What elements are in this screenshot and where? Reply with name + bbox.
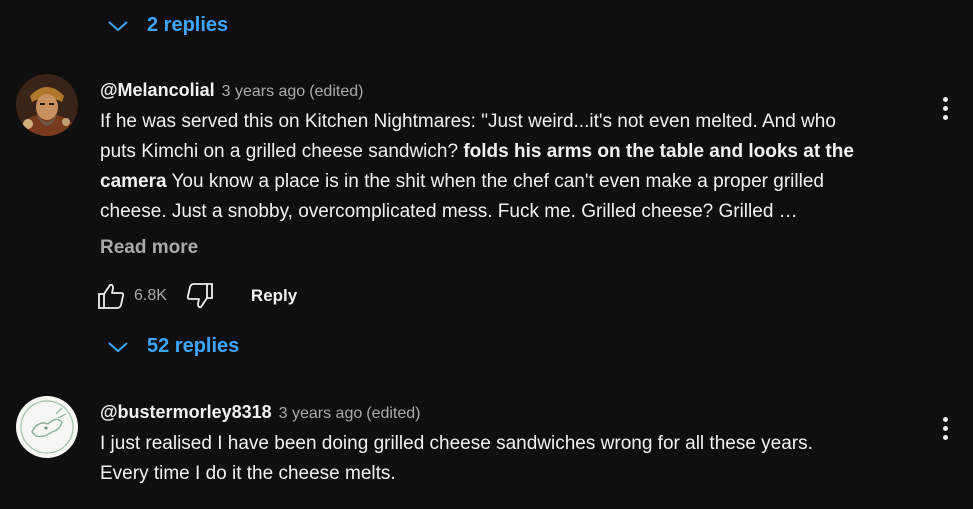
comment-body: @Melancolial 3 years ago (edited) If he w… [100, 80, 893, 259]
comment-line: cheese. Just a snobby, overcomplicated m… [100, 201, 798, 222]
comment-timestamp[interactable]: 3 years ago [279, 405, 363, 422]
avatar[interactable] [16, 396, 78, 458]
replies-count-label: 2 replies [147, 14, 229, 36]
chevron-down-icon [107, 19, 129, 33]
like-button[interactable] [96, 282, 126, 310]
view-replies-button[interactable]: 2 replies [107, 14, 228, 37]
sketch-avatar [16, 396, 78, 458]
comments-section: 2 replies @Melancolial 3 years ago (edite… [0, 0, 973, 509]
comment-meta: 3 years ago (edited) [222, 83, 364, 101]
view-replies-button[interactable]: 52 replies [107, 335, 239, 358]
comment-text: If he was served this on Kitchen Nightma… [100, 107, 930, 227]
portrait-avatar [16, 74, 78, 136]
comment-author[interactable]: @bustermorley8318 [100, 402, 272, 423]
reply-button[interactable]: Reply [251, 286, 297, 306]
thumbs-up-icon [96, 282, 126, 310]
comment-timestamp[interactable]: 3 years ago [222, 83, 306, 100]
read-more-button[interactable]: Read more [100, 237, 198, 259]
comment-line: I just realised I have been doing grille… [100, 433, 813, 454]
edited-label: (edited) [366, 405, 421, 422]
comment-actions: 6.8K Reply [96, 281, 297, 311]
comment-meta: 3 years ago (edited) [279, 405, 421, 423]
more-vertical-icon[interactable] [933, 92, 957, 124]
edited-label: (edited) [309, 83, 364, 100]
chevron-down-icon [107, 340, 129, 354]
comment-line: puts Kimchi on a grilled cheese sandwich… [100, 141, 854, 162]
more-vertical-icon[interactable] [933, 412, 957, 444]
comment-author[interactable]: @Melancolial [100, 80, 215, 101]
like-count: 6.8K [134, 287, 167, 304]
avatar[interactable] [16, 74, 78, 136]
replies-count-label: 52 replies [147, 335, 240, 357]
thumbs-down-icon [185, 282, 215, 310]
dislike-button[interactable] [185, 282, 215, 310]
comment-line: camera You know a place is in the shit w… [100, 171, 824, 192]
comment-body: @bustermorley8318 3 years ago (edited) I … [100, 402, 893, 489]
comment-line: Every time I do it the cheese melts. [100, 463, 396, 484]
comment-text: I just realised I have been doing grille… [100, 429, 930, 489]
comment-line: If he was served this on Kitchen Nightma… [100, 111, 836, 132]
